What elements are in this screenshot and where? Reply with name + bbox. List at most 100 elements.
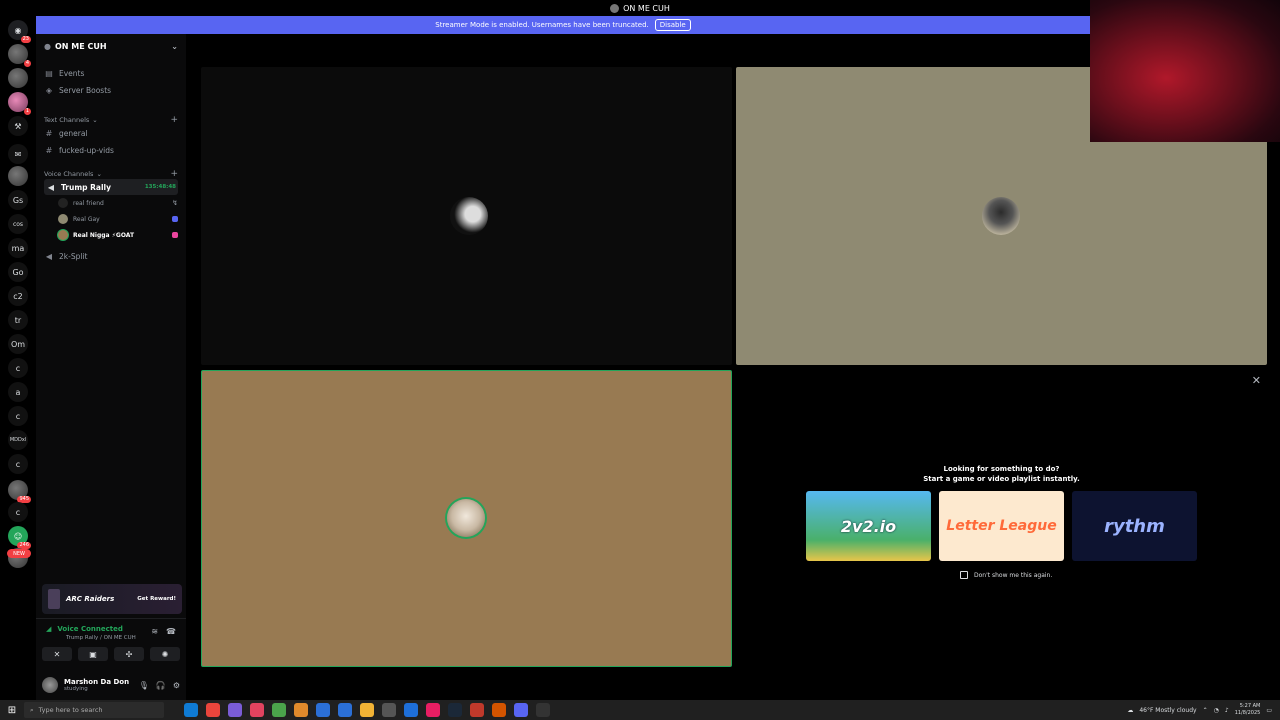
headphones-icon[interactable]: 🎧	[156, 681, 166, 690]
game-card-2v2[interactable]: 2v2.io	[806, 491, 931, 561]
user-panel: Marshon Da Don studying 🎙 🎧 ⚙	[36, 670, 186, 700]
banner-text: Streamer Mode is enabled. Usernames have…	[435, 21, 649, 29]
server-icon[interactable]	[8, 68, 28, 88]
guild-name: ON ME CUH	[54, 41, 107, 51]
app-icon[interactable]	[404, 703, 418, 717]
mail-icon[interactable]	[338, 703, 352, 717]
chrome-icon[interactable]	[206, 703, 220, 717]
opera-icon[interactable]	[250, 703, 264, 717]
game-card-letter-league[interactable]: rythmLetter League	[939, 491, 1064, 561]
voice-user[interactable]: real friend ↯	[58, 196, 178, 210]
voice-location[interactable]: Trump Rally / ON ME CUH	[66, 635, 136, 641]
webcam-overlay	[1090, 0, 1280, 142]
speaker-icon: ◀	[47, 182, 55, 192]
system-tray: ☁ 46°F Mostly cloudy ⌃ ◔ ♪ 5:27 AM 11/8/…	[1127, 703, 1280, 717]
disable-button[interactable]: Disable	[654, 19, 691, 31]
promo-card[interactable]: ARC Raiders Get Reward!	[42, 584, 182, 614]
server-icon[interactable]: 4	[8, 44, 31, 67]
server-c[interactable]: c	[8, 358, 28, 378]
voice-channels-category[interactable]: Voice Channels ⌄ +	[44, 169, 178, 179]
windows-taskbar: ⊞ ⌕ Type here to search ☁ 46°F Mostly cl…	[0, 700, 1280, 720]
activity-icon	[172, 216, 178, 222]
server-c2[interactable]: c2	[8, 286, 28, 306]
close-icon[interactable]: ✕	[1252, 374, 1261, 387]
app-icon[interactable]	[294, 703, 308, 717]
windows-start-icon[interactable]: ⊞	[0, 705, 24, 716]
voice-channel-trump-rally[interactable]: ◀ Trump Rally 135:48:48	[44, 179, 178, 195]
server-icon[interactable]: ✉	[8, 144, 28, 164]
game-card-rythm[interactable]: rythm	[1072, 491, 1197, 561]
taskbar-search[interactable]: ⌕ Type here to search	[24, 702, 164, 718]
server-mddxl[interactable]: MDDxl	[8, 430, 28, 450]
network-icon[interactable]: ◔	[1214, 707, 1219, 714]
server-cos[interactable]: cos	[8, 214, 28, 234]
chevron-down-icon: ⌄	[171, 41, 178, 51]
video-tile[interactable]	[201, 67, 732, 365]
server-ma[interactable]: ma	[8, 238, 28, 258]
app-icon[interactable]	[536, 703, 550, 717]
game-art-icon	[48, 589, 60, 609]
add-channel-icon[interactable]: +	[170, 115, 178, 125]
server-a[interactable]: a	[8, 382, 28, 402]
server-icon[interactable]: ☺ 246	[8, 526, 31, 549]
server-c[interactable]: c	[8, 502, 28, 522]
add-channel-icon[interactable]: +	[170, 169, 178, 179]
app-icon[interactable]	[272, 703, 286, 717]
guild-header[interactable]: ● ON ME CUH ⌄	[36, 34, 186, 58]
file-explorer-icon[interactable]	[360, 703, 374, 717]
avatar[interactable]	[42, 677, 58, 693]
server-go[interactable]: Go	[8, 262, 28, 282]
server-c[interactable]: c	[8, 454, 28, 474]
screen-share-button[interactable]: ▣	[78, 647, 108, 661]
events-item[interactable]: ▤ Events	[44, 65, 178, 81]
edge-icon[interactable]	[184, 703, 198, 717]
category-label: Text Channels	[44, 116, 90, 124]
video-tile-speaking[interactable]	[201, 370, 732, 667]
channel-label: general	[59, 128, 88, 138]
server-om[interactable]: Om	[8, 334, 28, 354]
app-icon[interactable]	[228, 703, 242, 717]
app-icon[interactable]	[492, 703, 506, 717]
voice-user[interactable]: Real Nigga ⚡GOAT	[58, 228, 178, 242]
get-reward-button[interactable]: Get Reward!	[137, 596, 176, 602]
volume-icon[interactable]: ♪	[1225, 707, 1229, 714]
disconnect-icon[interactable]: ☎	[166, 627, 176, 636]
noise-suppression-icon[interactable]: ≋	[151, 627, 158, 636]
voice-user[interactable]: Real Gay	[58, 212, 178, 226]
discord-home-icon[interactable]: ◉ 23	[8, 20, 31, 43]
server-gs[interactable]: Gs	[8, 190, 28, 210]
server-boosts-item[interactable]: ◈ Server Boosts	[44, 82, 178, 98]
settings-icon[interactable]	[382, 703, 396, 717]
activities-button[interactable]: ✣	[114, 647, 144, 661]
app-icon[interactable]	[426, 703, 440, 717]
server-icon[interactable]	[8, 166, 28, 186]
window-title: ON ME CUH	[623, 3, 670, 13]
gear-icon[interactable]: ⚙	[173, 681, 180, 690]
app-icon[interactable]	[470, 703, 484, 717]
channel-fucked-up-vids[interactable]: # fucked-up-vids	[44, 142, 178, 158]
chevron-up-icon[interactable]: ⌃	[1203, 707, 1208, 714]
server-tr[interactable]: tr	[8, 310, 28, 330]
camera-off-button[interactable]: ✕	[42, 647, 72, 661]
chevron-down-icon: ⌄	[92, 116, 98, 124]
avatar	[58, 230, 68, 240]
server-icon[interactable]: 945	[8, 480, 31, 503]
text-channels-category[interactable]: Text Channels ⌄ +	[44, 115, 178, 125]
activity-title: Looking for something to do? Start a gam…	[736, 464, 1267, 484]
weather-text[interactable]: 46°F Mostly cloudy	[1139, 707, 1196, 714]
discord-icon[interactable]	[514, 703, 528, 717]
app-icon[interactable]	[316, 703, 330, 717]
notification-icon[interactable]: ▭	[1266, 707, 1272, 714]
steam-icon[interactable]	[448, 703, 462, 717]
voice-timer: 135:48:48	[144, 184, 176, 190]
soundboard-button[interactable]: ✺	[150, 647, 180, 661]
server-c[interactable]: c	[8, 406, 28, 426]
server-icon[interactable]: 1	[8, 92, 31, 115]
clock[interactable]: 5:27 AM 11/8/2025	[1235, 703, 1261, 717]
channel-general[interactable]: # general	[44, 125, 178, 141]
server-icon[interactable]: ⚒	[8, 116, 28, 136]
microphone-icon[interactable]: 🎙	[139, 681, 149, 690]
dont-show-again[interactable]: Don't show me this again.	[960, 571, 1052, 579]
checkbox[interactable]	[960, 571, 968, 579]
voice-channel-2k-split[interactable]: ◀ 2k-Split	[44, 248, 178, 264]
